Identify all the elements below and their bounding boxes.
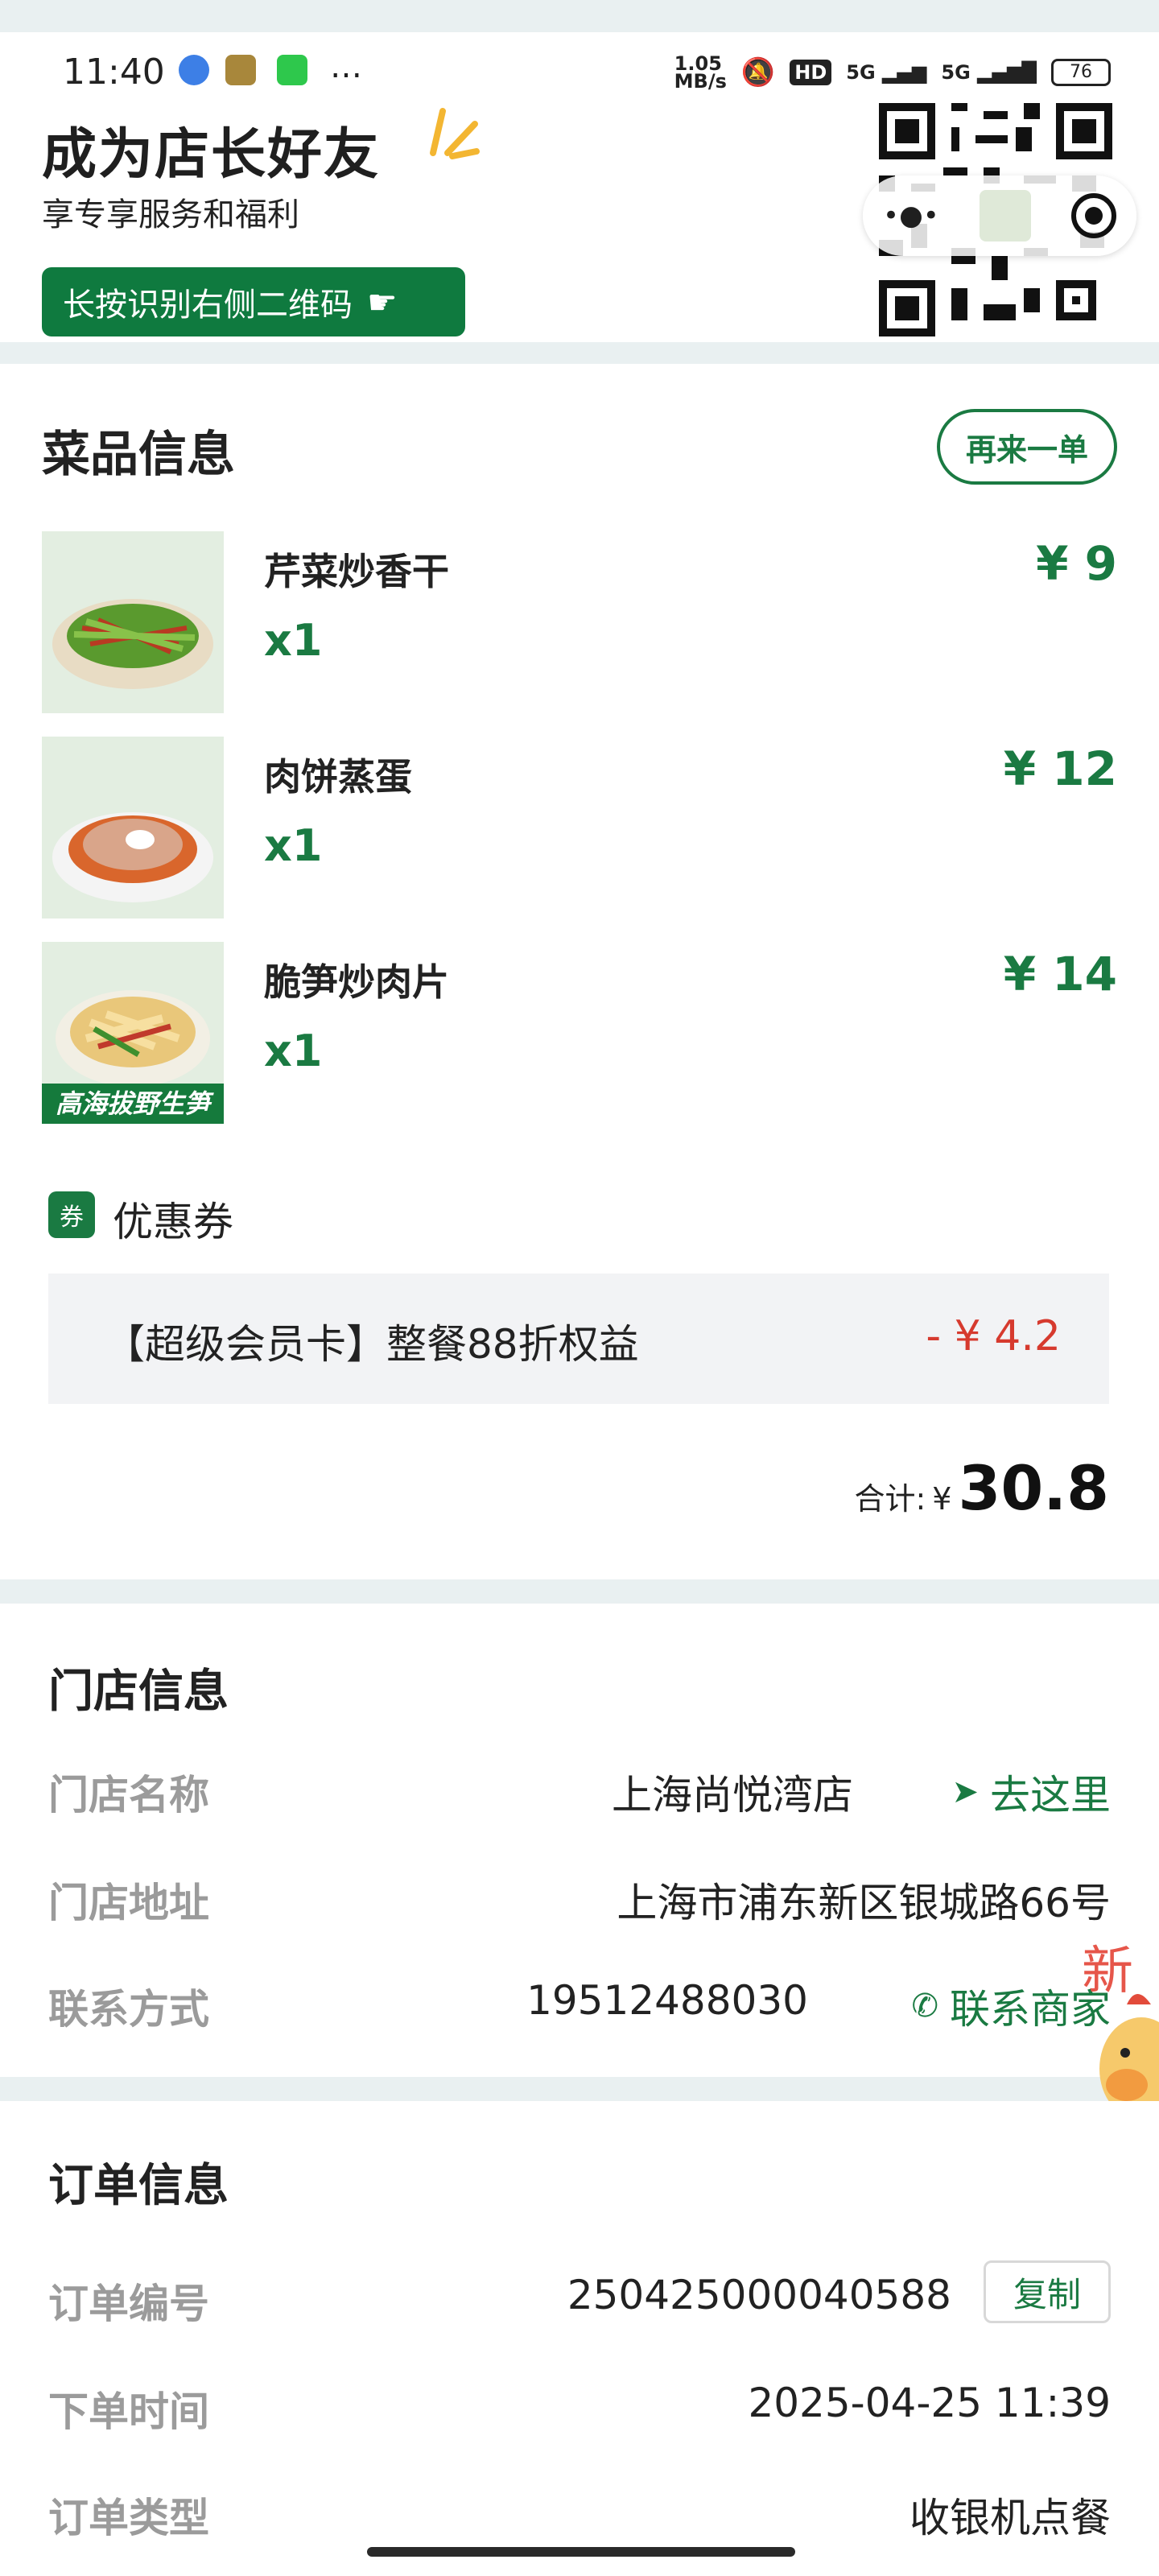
store-address-row: 门店地址 上海市浦东新区银城路66号 xyxy=(48,1864,1111,1926)
scan-qr-label: 长按识别右侧二维码 xyxy=(63,287,353,324)
coupon-title: 优惠券 xyxy=(113,1199,233,1245)
store-name-row: 门店名称 上海尚悦湾店 ➤ 去这里 xyxy=(48,1757,1111,1818)
order-section-title: 订单信息 xyxy=(48,2160,229,2212)
store-contact-key: 联系方式 xyxy=(48,1986,209,2033)
store-info-card: 门店信息 门店名称 上海尚悦湾店 ➤ 去这里 门店地址 上海市浦东新区银城路66… xyxy=(0,1604,1159,2077)
store-contact-row: 联系方式 19512488030 ✆ 联系商家 xyxy=(48,1971,1111,2033)
scan-qr-button[interactable]: 长按识别右侧二维码 ☛ xyxy=(42,267,465,336)
order-type-row: 订单类型 收银机点餐 xyxy=(48,2479,1111,2541)
dish-name: 肉饼蒸蛋 xyxy=(264,755,412,799)
navigate-button[interactable]: ➤ 去这里 xyxy=(951,1763,1111,1821)
dish-image xyxy=(42,737,224,919)
status-right: 1.05 MB/s 🔕 HD 5G ▂▄▆ 5G ▂▄▆█ 76 xyxy=(674,54,1111,93)
net-speed-unit: MB/s xyxy=(674,70,727,93)
coupon-icon: 券 xyxy=(48,1191,95,1238)
signal-1-label: 5G xyxy=(846,61,876,84)
signal-2: 5G ▂▄▆█ xyxy=(941,61,1037,84)
dish-item[interactable]: 肉饼蒸蛋 x1 ¥ 12 xyxy=(42,737,1117,919)
promo-title: 成为店长好友 xyxy=(42,123,381,187)
navigate-label: 去这里 xyxy=(990,1772,1111,1818)
copy-button[interactable]: 复制 xyxy=(984,2260,1111,2323)
net-speed: 1.05 MB/s xyxy=(674,54,727,93)
store-address-key: 门店地址 xyxy=(48,1880,209,1926)
dish-item[interactable]: 高海拔野生笋 脆笋炒肉片 x1 ¥ 14 xyxy=(42,942,1117,1124)
order-total: 合计: ¥ 30.8 xyxy=(854,1452,1109,1524)
signal-1: 5G ▂▄▆ xyxy=(846,61,927,84)
dish-price: ¥ 9 xyxy=(1036,536,1117,591)
order-type-key: 订单类型 xyxy=(48,2495,209,2541)
dish-qty: x1 xyxy=(264,1026,323,1076)
order-number-value: 250425000040588 xyxy=(567,2272,951,2318)
total-value: 30.8 xyxy=(958,1452,1109,1524)
dish-price: ¥ 12 xyxy=(1003,741,1117,796)
app-notification-icon xyxy=(179,55,209,85)
dish-name: 芹菜炒香干 xyxy=(264,550,449,593)
navigation-arrow-icon: ➤ xyxy=(951,1773,979,1810)
order-time-value: 2025-04-25 11:39 xyxy=(748,2380,1111,2426)
battery-level: 76 xyxy=(1070,62,1092,82)
pointing-hand-icon: ☛ xyxy=(367,282,398,322)
dots-icon: •●• xyxy=(883,200,939,232)
svg-text:新: 新 xyxy=(1082,1942,1133,2001)
dish-image xyxy=(42,531,224,713)
target-icon-dot xyxy=(1084,207,1103,225)
dish-qty: x1 xyxy=(264,820,323,871)
coupon-row: 【超级会员卡】整餐88折权益 - ¥ 4.2 xyxy=(48,1274,1109,1404)
status-bar: 11:40 … 1.05 MB/s 🔕 HD 5G ▂▄▆ 5G ▂▄▆█ 76 xyxy=(0,24,1159,93)
sparkle-icon xyxy=(430,108,480,159)
signal-2-label: 5G xyxy=(941,61,971,84)
order-number-key: 订单编号 xyxy=(48,2281,209,2327)
status-time: 11:40 xyxy=(63,52,165,93)
wechat-notification-icon xyxy=(277,55,307,85)
qr-overlay-toolbar: •●• xyxy=(863,175,1136,256)
battery-icon: 76 xyxy=(1051,59,1111,86)
coupon-amount: - ¥ 4.2 xyxy=(926,1312,1061,1360)
dish-image-tag: 高海拔野生笋 xyxy=(42,1084,224,1124)
target-icon xyxy=(1070,193,1116,238)
order-detail-page: 11:40 … 1.05 MB/s 🔕 HD 5G ▂▄▆ 5G ▂▄▆█ 76… xyxy=(0,0,1159,2576)
promo-subtitle: 享专享服务和福利 xyxy=(42,196,299,233)
shop-notification-icon xyxy=(225,55,256,85)
dish-info-card: 菜品信息 再来一单 芹菜炒香干 x1 ¥ 9 肉饼蒸蛋 x1 ¥ 12 高海拔野… xyxy=(0,364,1159,1579)
dish-qty: x1 xyxy=(264,615,323,666)
avatar xyxy=(979,190,1031,242)
dish-item[interactable]: 芹菜炒香干 x1 ¥ 9 xyxy=(42,531,1117,713)
more-notifications-icon: … xyxy=(330,48,362,85)
total-currency: ¥ xyxy=(932,1481,952,1517)
reorder-button[interactable]: 再来一单 xyxy=(937,409,1117,485)
hd-icon: HD xyxy=(790,60,832,85)
store-address-value: 上海市浦东新区银城路66号 xyxy=(617,1880,1111,1926)
mute-icon: 🔕 xyxy=(740,56,776,89)
order-type-value: 收银机点餐 xyxy=(909,2495,1111,2541)
order-time-row: 下单时间 2025-04-25 11:39 xyxy=(48,2373,1111,2435)
coupon-label: 【超级会员卡】整餐88折权益 xyxy=(105,1321,639,1368)
dish-section-title: 菜品信息 xyxy=(42,427,235,483)
store-name-key: 门店名称 xyxy=(48,1772,209,1818)
home-indicator[interactable] xyxy=(367,2547,795,2557)
store-section-title: 门店信息 xyxy=(48,1666,229,1718)
total-label: 合计: xyxy=(854,1481,926,1517)
dish-name: 脆笋炒肉片 xyxy=(264,960,449,1004)
store-contact-value: 19512488030 xyxy=(526,1977,808,2024)
order-info-card: 订单信息 订单编号 250425000040588 复制 下单时间 2025-0… xyxy=(0,2101,1159,2576)
phone-icon: ✆ xyxy=(911,1988,938,2025)
dish-price: ¥ 14 xyxy=(1003,947,1117,1001)
order-time-key: 下单时间 xyxy=(48,2388,209,2435)
order-number-row: 订单编号 250425000040588 复制 xyxy=(48,2260,1111,2327)
store-name-value: 上海尚悦湾店 xyxy=(612,1772,853,1818)
